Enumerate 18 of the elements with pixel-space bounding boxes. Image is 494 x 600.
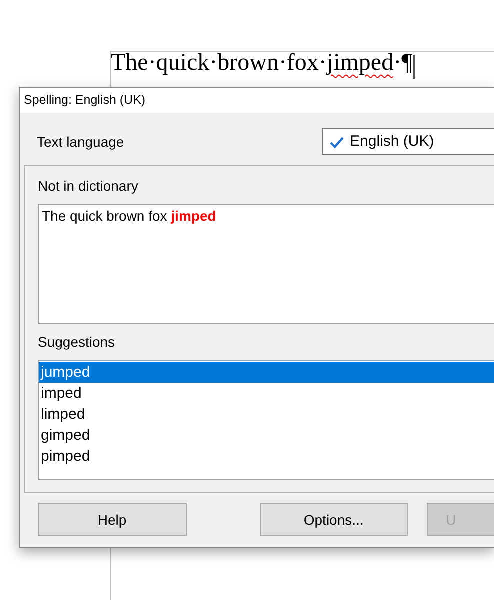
misspelled-word: jimped <box>326 50 394 78</box>
text-cursor <box>413 55 416 79</box>
field-label: Text language <box>37 134 124 150</box>
suggestion-item[interactable]: limped <box>39 404 494 425</box>
language-dropdown[interactable]: English (UK) <box>322 128 494 155</box>
dialog-button[interactable]: Help <box>38 503 187 536</box>
document-text: The·quick·brown·fox· <box>111 50 327 78</box>
suggestion-item[interactable]: gimped <box>39 425 494 446</box>
dialog-button[interactable]: Options... <box>260 503 408 536</box>
suggestions-list[interactable]: jumped imped limped gimped pimped <box>38 360 494 480</box>
sentence-text-field[interactable]: The quick brown fox jimped <box>38 204 494 324</box>
document-text: ·¶ <box>394 50 412 78</box>
field-label: Suggestions <box>38 334 116 352</box>
field-label: Not in dictionary <box>38 178 140 196</box>
window-title: Spelling: English (UK) <box>20 88 494 113</box>
suggestion-item[interactable]: pimped <box>39 446 494 467</box>
suggestion-item[interactable]: imped <box>39 383 494 404</box>
suggestion-item[interactable]: jumped <box>39 362 494 383</box>
